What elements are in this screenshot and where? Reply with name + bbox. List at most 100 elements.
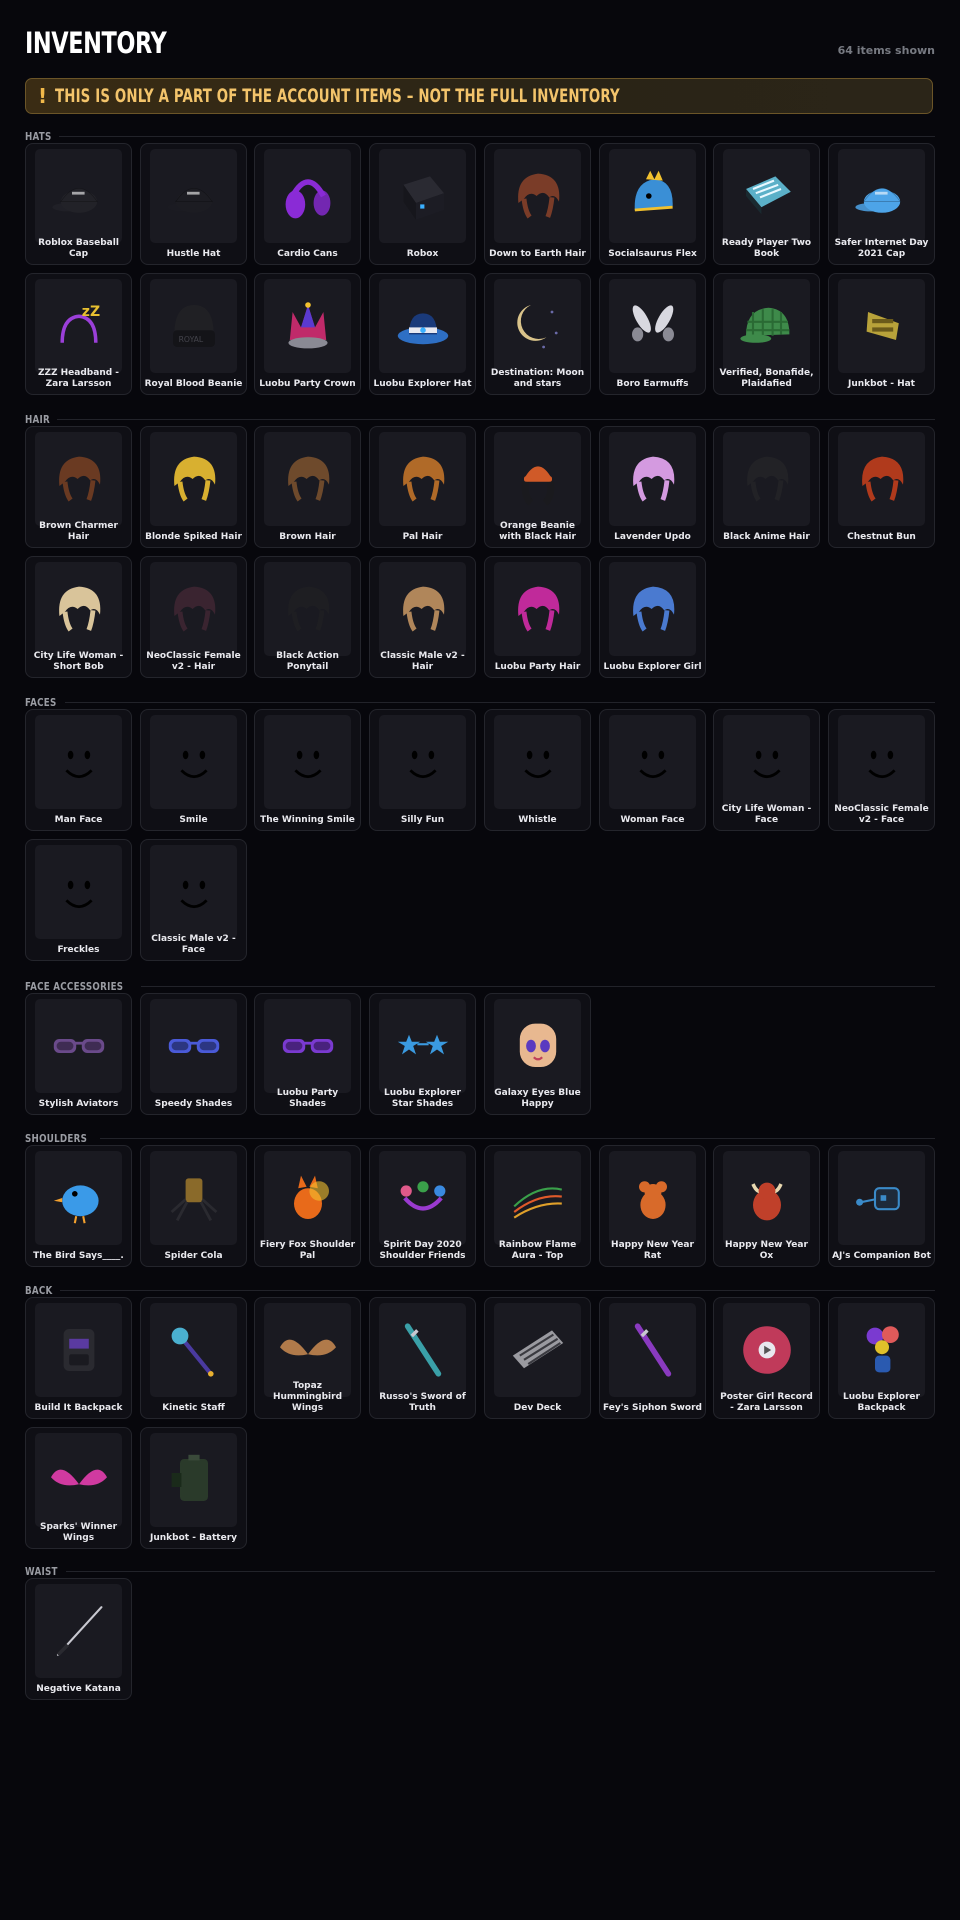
fox-icon <box>264 1151 351 1245</box>
item-card[interactable]: Sparks' Winner Wings <box>25 1427 132 1549</box>
item-card[interactable]: Smile <box>140 709 247 831</box>
item-card[interactable]: Freckles <box>25 839 132 961</box>
item-card[interactable]: Fiery Fox Shoulder Pal <box>254 1145 361 1267</box>
face-icon <box>838 715 925 809</box>
item-card[interactable]: Happy New Year Rat <box>599 1145 706 1267</box>
item-card[interactable]: Ready Player Two Book <box>713 143 820 265</box>
item-card[interactable]: The Bird Says____. <box>25 1145 132 1267</box>
item-card[interactable]: City Life Woman - Face <box>713 709 820 831</box>
bot-icon-graphic <box>855 1187 900 1211</box>
sword-icon <box>609 1303 696 1397</box>
item-card[interactable]: Socialsaurus Flex <box>599 143 706 265</box>
item-name: Dev Deck <box>513 1403 562 1413</box>
item-card[interactable]: Classic Male v2 - Hair <box>369 556 476 678</box>
face-icon-graphic <box>179 750 208 779</box>
item-card[interactable]: NeoClassic Female v2 - Face <box>828 709 935 831</box>
item-card[interactable]: Chestnut Bun <box>828 426 935 548</box>
item-card[interactable]: Classic Male v2 - Face <box>140 839 247 961</box>
hair-icon <box>150 562 237 656</box>
item-card[interactable]: Down to Earth Hair <box>484 143 591 265</box>
svg-text:ROYAL: ROYAL <box>178 335 203 344</box>
section-title: BACK <box>25 1283 53 1297</box>
item-card[interactable]: Man Face <box>25 709 132 831</box>
item-card[interactable]: Luobu Explorer Star Shades <box>369 993 476 1115</box>
item-card[interactable]: Verified, Bonafide, Plaidafied <box>713 273 820 395</box>
item-card[interactable]: Luobu Party Hair <box>484 556 591 678</box>
face-icon <box>609 715 696 809</box>
item-card[interactable]: Fey's Siphon Sword <box>599 1297 706 1419</box>
box-icon <box>379 149 466 243</box>
item-card[interactable]: Poster Girl Record - Zara Larsson <box>713 1297 820 1419</box>
item-card[interactable]: Luobu Party Shades <box>254 993 361 1115</box>
item-card[interactable]: NeoClassic Female v2 - Hair <box>140 556 247 678</box>
item-card[interactable]: Silly Fun <box>369 709 476 831</box>
item-card[interactable]: Black Anime Hair <box>713 426 820 548</box>
item-name: Orange Beanie with Black Hair <box>499 521 576 542</box>
item-card[interactable]: Whistle <box>484 709 591 831</box>
ox-icon-graphic <box>750 1182 783 1221</box>
item-name: Down to Earth Hair <box>489 249 586 259</box>
star-glasses-icon-graphic <box>397 1034 448 1055</box>
section-hair: HAIR Brown Charmer Hair Blonde Spiked Hair… <box>25 412 935 678</box>
item-card[interactable]: Speedy Shades <box>140 993 247 1115</box>
item-card[interactable]: Spirit Day 2020 Shoulder Friends <box>369 1145 476 1267</box>
item-name: Ready Player Two Book <box>721 238 812 259</box>
item-card[interactable]: City Life Woman - Short Bob <box>25 556 132 678</box>
item-name: AJ's Companion Bot <box>832 1251 931 1261</box>
item-card[interactable]: Brown Charmer Hair <box>25 426 132 548</box>
item-card[interactable]: Negative Katana <box>25 1578 132 1700</box>
item-card[interactable]: Black Action Ponytail <box>254 556 361 678</box>
item-card[interactable]: Rainbow Flame Aura - Top <box>484 1145 591 1267</box>
item-card[interactable]: Cardio Cans <box>254 143 361 265</box>
item-card[interactable]: Stylish Aviators <box>25 993 132 1115</box>
hair-icon-graphic <box>517 173 559 219</box>
item-card[interactable]: Topaz Hummingbird Wings <box>254 1297 361 1419</box>
item-card[interactable]: Luobu Party Crown <box>254 273 361 395</box>
head-icon <box>494 999 581 1093</box>
item-card[interactable]: ROYAL Royal Blood Beanie <box>140 273 247 395</box>
item-card[interactable]: Safer Internet Day 2021 Cap <box>828 143 935 265</box>
face-icon-graphic <box>752 750 781 779</box>
item-card[interactable]: Pal Hair <box>369 426 476 548</box>
dino-hat-icon <box>609 149 696 243</box>
item-card[interactable]: Roblox Baseball Cap <box>25 143 132 265</box>
item-name: Luobu Party Crown <box>259 379 356 389</box>
item-card[interactable]: The Winning Smile <box>254 709 361 831</box>
head-icon-graphic <box>519 1023 556 1067</box>
item-card[interactable]: Kinetic Staff <box>140 1297 247 1419</box>
item-card[interactable]: Galaxy Eyes Blue Happy <box>484 993 591 1115</box>
item-card[interactable]: Luobu Explorer Girl <box>599 556 706 678</box>
item-card[interactable]: Orange Beanie with Black Hair <box>484 426 591 548</box>
item-card[interactable]: Brown Hair <box>254 426 361 548</box>
item-card[interactable]: zZ ZZZ Headband - Zara Larsson <box>25 273 132 395</box>
item-card[interactable]: Boro Earmuffs <box>599 273 706 395</box>
glasses-icon-graphic <box>53 1039 104 1053</box>
item-name: Poster Girl Record - Zara Larsson <box>720 1392 813 1413</box>
item-card[interactable]: Happy New Year Ox <box>713 1145 820 1267</box>
item-card[interactable]: Robox <box>369 143 476 265</box>
item-card[interactable]: Blonde Spiked Hair <box>140 426 247 548</box>
item-card[interactable]: Luobu Explorer Backpack <box>828 1297 935 1419</box>
item-card[interactable]: Spider Cola <box>140 1145 247 1267</box>
item-card[interactable]: Hustle Hat <box>140 143 247 265</box>
item-card[interactable]: Dev Deck <box>484 1297 591 1419</box>
item-name: Russo's Sword of Truth <box>379 1392 466 1413</box>
item-card[interactable]: Junkbot - Hat <box>828 273 935 395</box>
item-card[interactable]: Lavender Updo <box>599 426 706 548</box>
hair-icon-graphic <box>402 586 444 632</box>
inventory-page: INVENTORY 64 items shown ! THIS IS ONLY … <box>25 0 935 1700</box>
crown-icon-graphic <box>287 302 328 349</box>
item-card[interactable]: Build It Backpack <box>25 1297 132 1419</box>
section-divider <box>64 701 935 703</box>
item-card[interactable]: AJ's Companion Bot <box>828 1145 935 1267</box>
wings-icon <box>35 1433 122 1527</box>
item-card[interactable]: Russo's Sword of Truth <box>369 1297 476 1419</box>
item-name: Man Face <box>54 815 103 825</box>
item-card[interactable]: Woman Face <box>599 709 706 831</box>
record-icon <box>723 1303 810 1397</box>
item-card[interactable]: Luobu Explorer Hat <box>369 273 476 395</box>
item-card[interactable]: Junkbot - Battery <box>140 1427 247 1549</box>
warning-icon: ! <box>38 84 48 108</box>
item-card[interactable]: Destination: Moon and stars <box>484 273 591 395</box>
item-name: Woman Face <box>620 815 685 825</box>
